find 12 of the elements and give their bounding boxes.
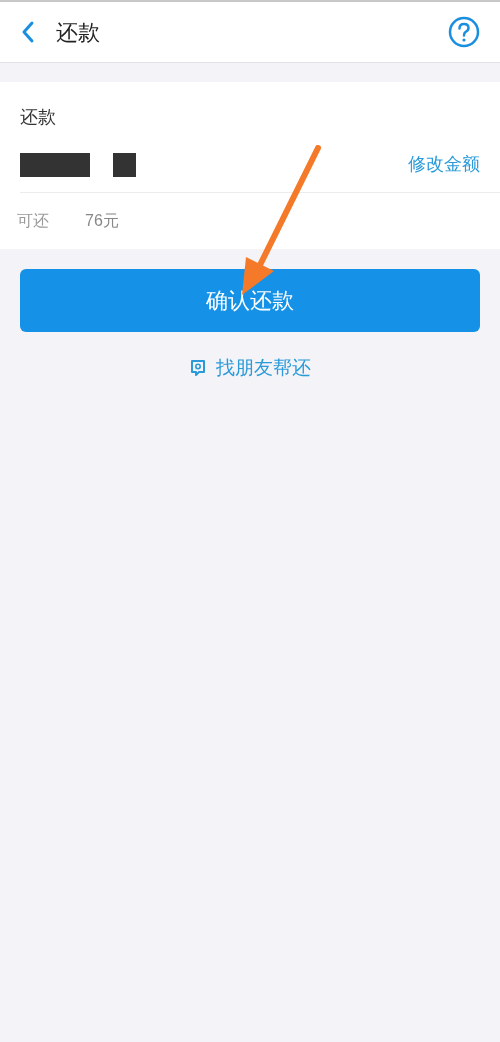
chat-icon: [189, 359, 208, 378]
edit-amount-link[interactable]: 修改金额: [408, 151, 480, 178]
redaction-block: [20, 152, 90, 177]
help-icon[interactable]: [448, 16, 480, 48]
ask-friend-link[interactable]: 找朋友帮还: [189, 354, 311, 383]
confirm-repay-button[interactable]: 确认还款: [20, 269, 480, 332]
card-label: 还款: [20, 107, 56, 127]
available-amount-text: 76元: [85, 211, 119, 231]
redaction-block: [113, 152, 136, 177]
back-icon[interactable]: [20, 20, 36, 44]
page-title: 还款: [56, 18, 100, 47]
available-amount-text: 可还: [17, 211, 49, 231]
